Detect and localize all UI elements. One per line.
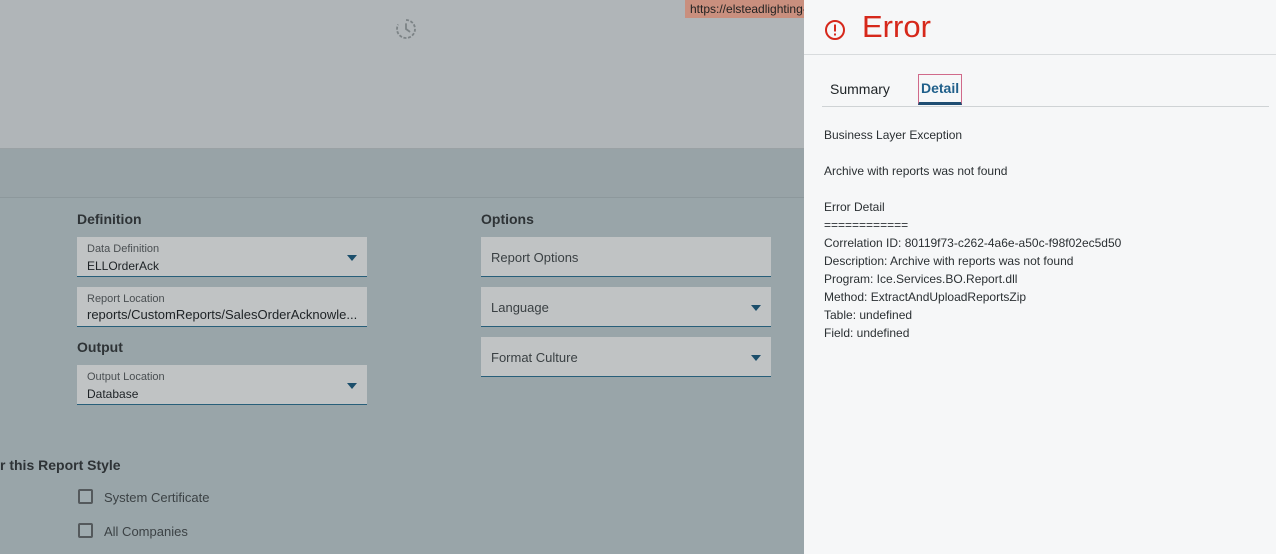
chevron-down-icon[interactable] bbox=[347, 383, 357, 389]
all-companies-label: All Companies bbox=[104, 524, 188, 539]
output-location-value: Database bbox=[87, 387, 139, 401]
error-detail-line: Table: undefined bbox=[824, 308, 913, 322]
error-detail-line: Description: Archive with reports was no… bbox=[824, 254, 1074, 268]
data-definition-value: ELLOrderAck bbox=[87, 259, 160, 273]
error-title: Error bbox=[862, 9, 931, 44]
error-detail-line: ============ bbox=[824, 218, 909, 232]
report-location-label: Report Location bbox=[87, 293, 165, 305]
error-panel: Error Summary Detail Business Layer Exce… bbox=[804, 0, 1276, 554]
error-detail-line: Field: undefined bbox=[824, 326, 910, 340]
data-definition-label: Data Definition bbox=[87, 243, 160, 255]
output-heading: Output bbox=[77, 339, 123, 355]
chevron-down-icon[interactable] bbox=[751, 355, 761, 361]
output-location-select[interactable]: Output Location Database bbox=[77, 365, 367, 405]
error-detail-line: Archive with reports was not found bbox=[824, 164, 1008, 178]
history-icon[interactable] bbox=[395, 18, 417, 40]
error-detail-line: Correlation ID: 80119f73-c262-4a6e-a50c-… bbox=[824, 236, 1122, 250]
report-location-field[interactable]: Report Location reports/CustomReports/Sa… bbox=[77, 287, 367, 327]
chevron-down-icon[interactable] bbox=[347, 255, 357, 261]
report-options-field[interactable]: Report Options bbox=[481, 237, 771, 277]
format-culture-select[interactable]: Format Culture bbox=[481, 337, 771, 377]
data-definition-select[interactable]: Data Definition ELLOrderAck bbox=[77, 237, 367, 277]
error-detail-line: Method: ExtractAndUploadReportsZip bbox=[824, 290, 1027, 304]
system-certificate-label: System Certificate bbox=[104, 490, 210, 505]
error-detail-spacer bbox=[824, 180, 1264, 198]
output-location-label: Output Location bbox=[87, 371, 165, 383]
error-detail-line: Error Detail bbox=[824, 200, 885, 214]
all-companies-checkbox[interactable] bbox=[78, 523, 93, 538]
error-detail-spacer bbox=[824, 144, 1264, 162]
link-url-tooltip: https://elsteadlighting- bbox=[685, 0, 804, 18]
report-style-heading: r this Report Style bbox=[0, 457, 121, 473]
system-certificate-checkbox[interactable] bbox=[78, 489, 93, 504]
definition-heading: Definition bbox=[77, 211, 142, 227]
language-select[interactable]: Language bbox=[481, 287, 771, 327]
report-location-value: reports/CustomReports/SalesOrderAcknowle… bbox=[87, 307, 358, 322]
error-detail-text: Business Layer Exception Archive with re… bbox=[824, 126, 1264, 342]
report-options-placeholder: Report Options bbox=[491, 250, 579, 265]
app-toolbar bbox=[0, 149, 804, 198]
error-detail-line: Program: Ice.Services.BO.Report.dll bbox=[824, 272, 1018, 286]
chevron-down-icon[interactable] bbox=[751, 305, 761, 311]
tab-detail[interactable]: Detail bbox=[918, 74, 963, 105]
error-alert-icon bbox=[825, 20, 845, 40]
tab-summary[interactable]: Summary bbox=[830, 74, 890, 104]
error-detail-line: Business Layer Exception bbox=[824, 128, 963, 142]
format-culture-placeholder: Format Culture bbox=[491, 350, 578, 365]
options-heading: Options bbox=[481, 211, 534, 227]
language-placeholder: Language bbox=[491, 300, 549, 315]
error-tabs: Summary Detail bbox=[822, 74, 1269, 107]
error-panel-header: Error bbox=[804, 0, 1276, 55]
report-style-form: Definition Data Definition ELLOrderAck R… bbox=[0, 0, 804, 554]
app-header bbox=[0, 0, 804, 149]
